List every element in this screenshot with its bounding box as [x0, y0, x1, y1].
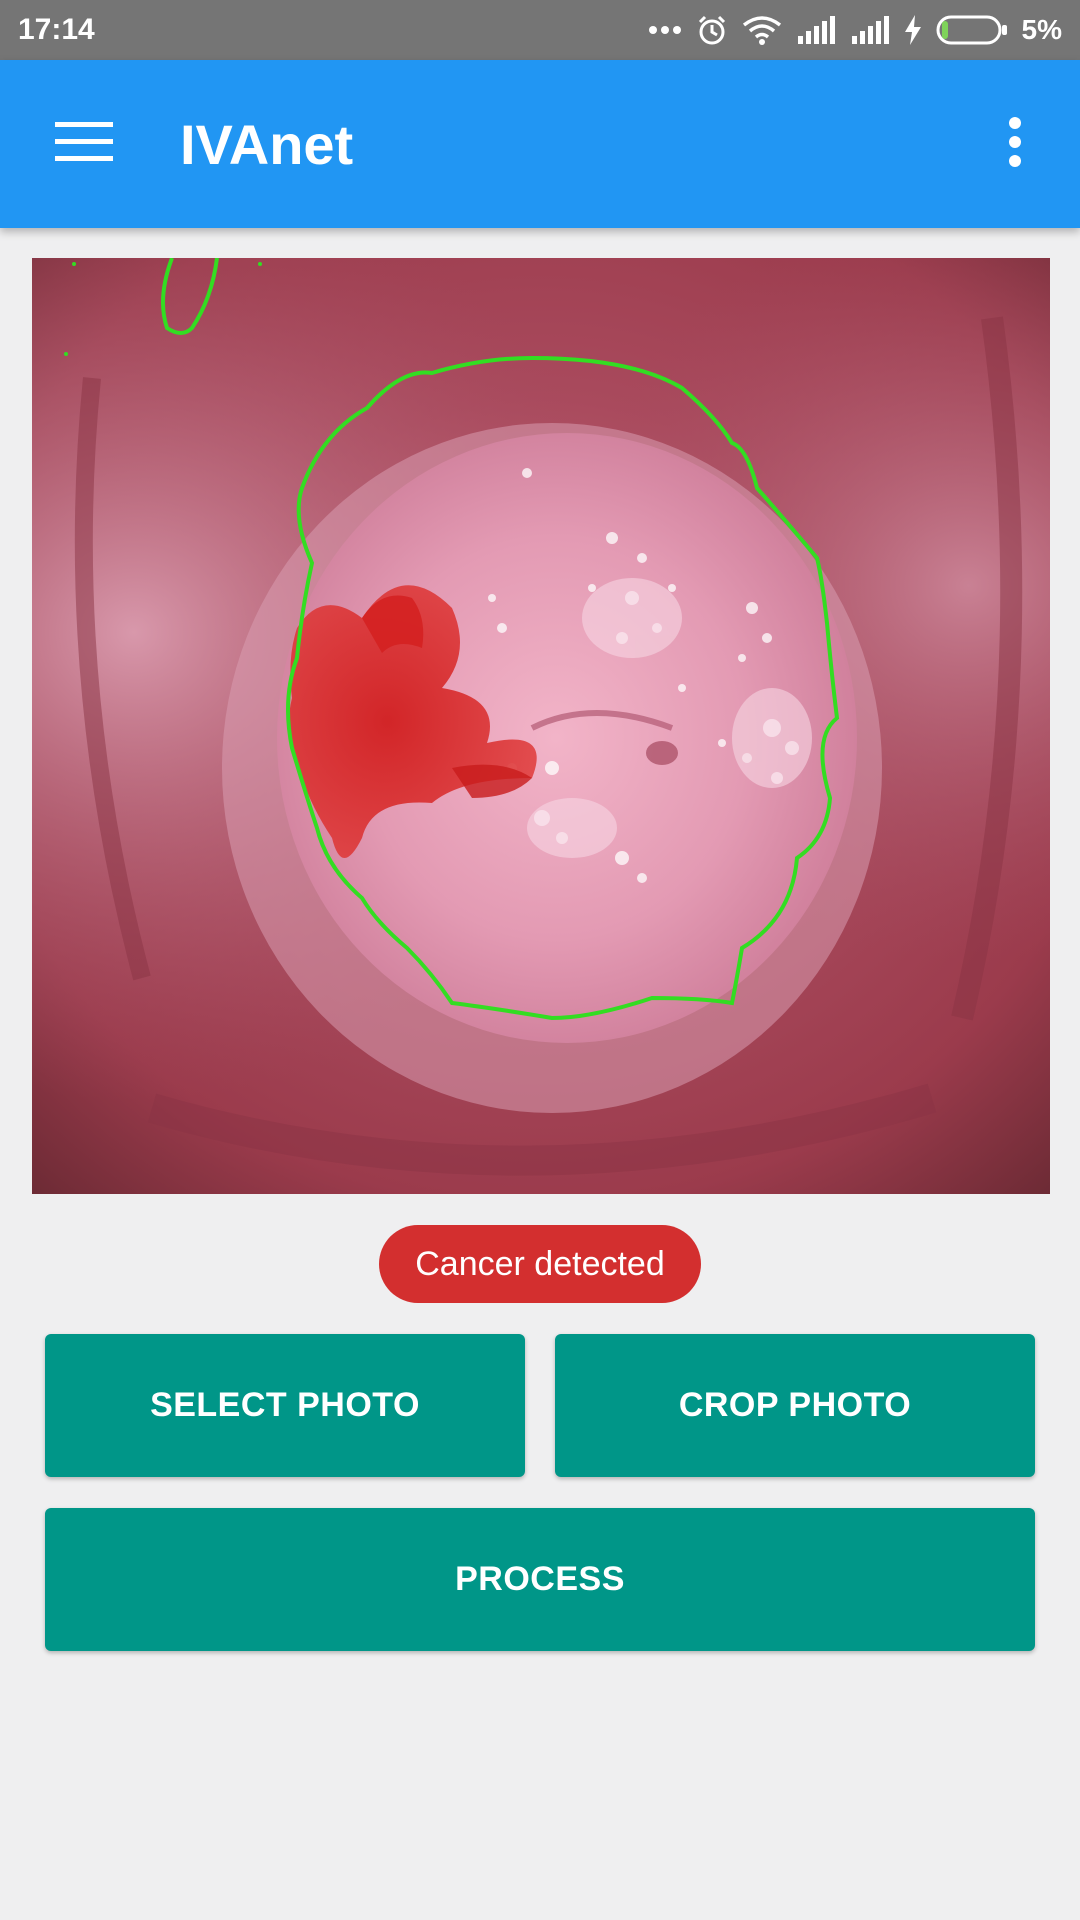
cervix-photo: [32, 258, 1050, 1194]
status-icons: 5%: [648, 14, 1062, 46]
alarm-icon: [696, 14, 728, 46]
more-vert-icon: [1008, 116, 1022, 173]
signal-icon: [796, 16, 836, 44]
charging-icon: [904, 15, 922, 45]
menu-button[interactable]: [44, 104, 124, 184]
select-photo-button[interactable]: SELECT PHOTO: [45, 1334, 525, 1477]
app-title: IVAnet: [180, 112, 354, 176]
crop-photo-button[interactable]: CROP PHOTO: [555, 1334, 1035, 1477]
battery-percent: 5%: [1021, 14, 1062, 45]
overflow-menu-button[interactable]: [980, 104, 1050, 184]
battery-icon: [936, 15, 1008, 45]
more-dots-icon: [648, 24, 682, 36]
result-badge: Cancer detected: [379, 1225, 701, 1303]
wifi-icon: [742, 15, 782, 45]
photo-preview: [32, 258, 1050, 1194]
app-bar: IVAnet: [0, 60, 1080, 228]
status-time: 17:14: [18, 13, 95, 46]
process-button[interactable]: PROCESS: [45, 1508, 1035, 1651]
hamburger-menu-icon: [55, 121, 113, 167]
signal-icon: [850, 16, 890, 44]
status-bar: 17:14 5%: [0, 0, 1080, 60]
